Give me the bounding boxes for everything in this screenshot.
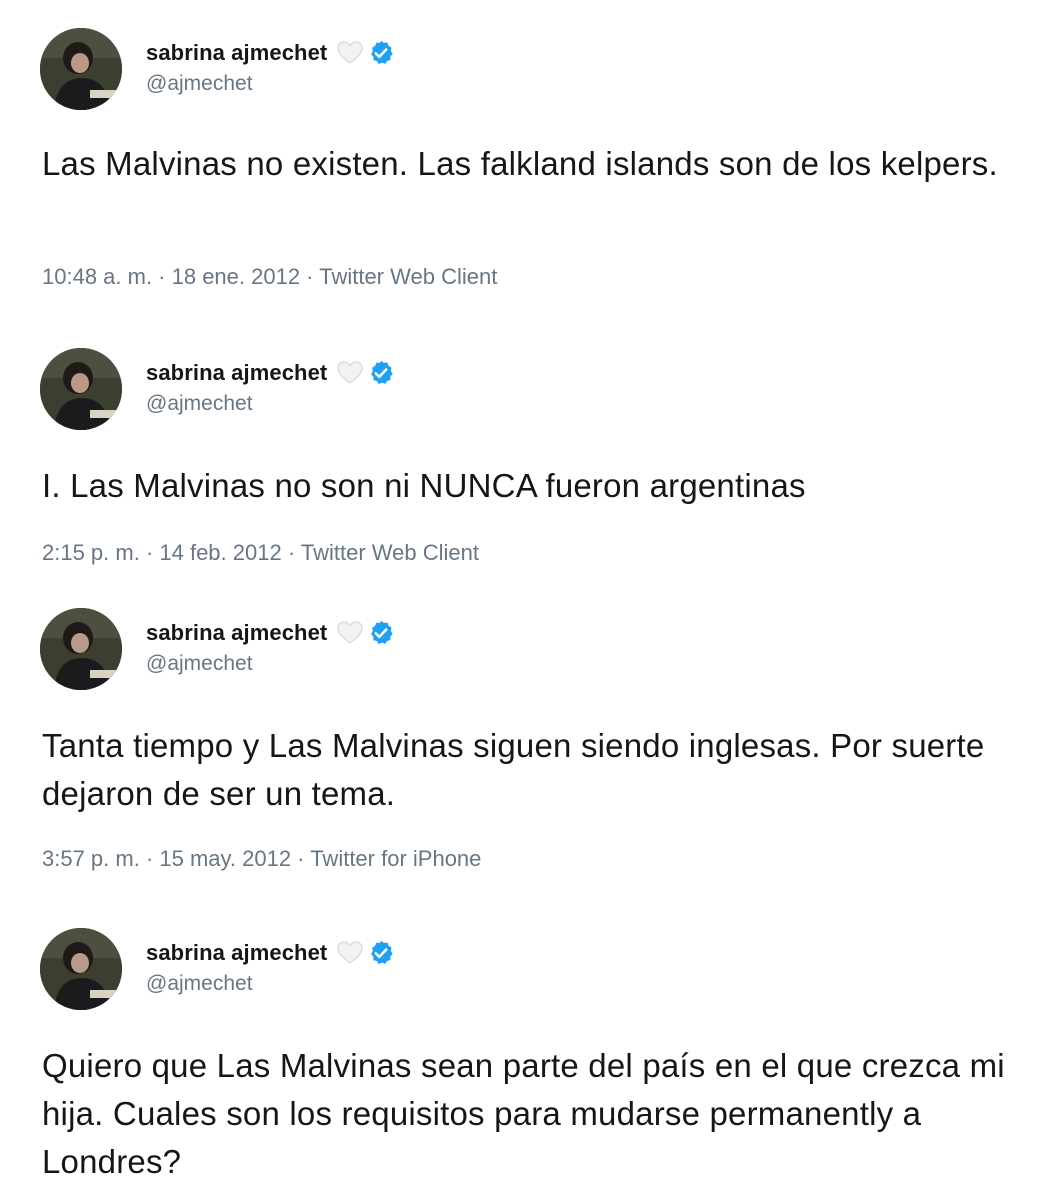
name-row: sabrina ajmechet xyxy=(146,616,395,650)
tweet-meta[interactable]: 10:48 a. m. · 18 ene. 2012 · Twitter Web… xyxy=(42,264,497,290)
tweet-header: sabrina ajmechet @ajmechet xyxy=(40,348,740,438)
tweet-meta[interactable]: 2:15 p. m. · 14 feb. 2012 · Twitter Web … xyxy=(42,540,479,566)
tweet-text: Las Malvinas no existen. Las falkland is… xyxy=(42,145,998,182)
handle[interactable]: @ajmechet xyxy=(146,392,253,416)
tweet-meta[interactable]: 3:57 p. m. · 15 may. 2012 · Twitter for … xyxy=(42,846,481,872)
display-name[interactable]: sabrina ajmechet xyxy=(146,360,327,386)
display-name[interactable]: sabrina ajmechet xyxy=(146,940,327,966)
handle[interactable]: @ajmechet xyxy=(146,972,253,996)
handle[interactable]: @ajmechet xyxy=(146,652,253,676)
avatar[interactable] xyxy=(40,928,122,1010)
white-heart-icon xyxy=(337,41,363,65)
handle[interactable]: @ajmechet xyxy=(146,72,253,96)
verified-badge-icon xyxy=(367,39,395,67)
tweet-header: sabrina ajmechet @ajmechet xyxy=(40,928,740,1018)
verified-badge-icon xyxy=(367,359,395,387)
tweet-header: sabrina ajmechet @ajmechet xyxy=(40,28,740,118)
tweet-text: Quiero que Las Malvinas sean parte del p… xyxy=(42,1047,1005,1180)
white-heart-icon xyxy=(337,941,363,965)
name-row: sabrina ajmechet xyxy=(146,936,395,970)
white-heart-icon xyxy=(337,621,363,645)
white-heart-icon xyxy=(337,361,363,385)
tweet-text: Tanta tiempo y Las Malvinas siguen siend… xyxy=(42,727,985,812)
name-row: sabrina ajmechet xyxy=(146,36,395,70)
display-name[interactable]: sabrina ajmechet xyxy=(146,620,327,646)
tweet-header: sabrina ajmechet @ajmechet xyxy=(40,608,740,698)
verified-badge-icon xyxy=(367,939,395,967)
avatar[interactable] xyxy=(40,28,122,110)
name-row: sabrina ajmechet xyxy=(146,356,395,390)
verified-badge-icon xyxy=(367,619,395,647)
avatar[interactable] xyxy=(40,348,122,430)
avatar[interactable] xyxy=(40,608,122,690)
tweet-text: I. Las Malvinas no son ni NUNCA fueron a… xyxy=(42,467,806,504)
display-name[interactable]: sabrina ajmechet xyxy=(146,40,327,66)
